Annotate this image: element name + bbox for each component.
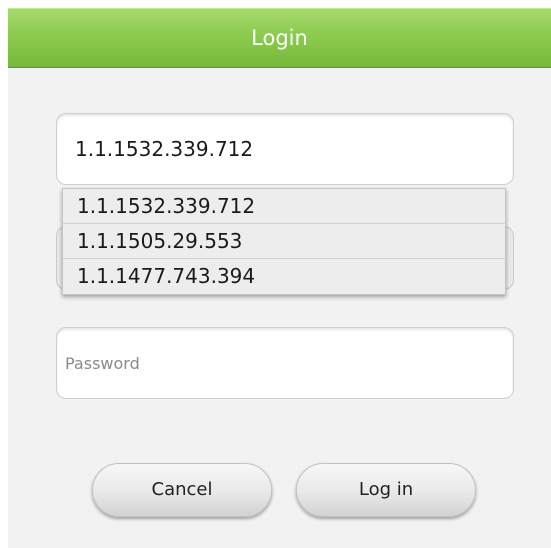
login-dialog: Login 1.1.1532.339.712 1.1.1532.339.712 … <box>0 0 551 548</box>
cancel-button[interactable]: Cancel <box>92 463 272 517</box>
dialog-title: Login <box>251 26 308 50</box>
suggestion-item[interactable]: 1.1.1477.743.394 <box>63 259 505 294</box>
title-bar: Login <box>8 8 551 68</box>
autocomplete-dropdown: 1.1.1532.339.712 1.1.1505.29.553 1.1.147… <box>62 188 506 295</box>
server-address-field[interactable]: 1.1.1532.339.712 <box>56 113 514 185</box>
suggestion-item[interactable]: 1.1.1505.29.553 <box>63 224 505 259</box>
password-placeholder: Password <box>65 353 140 373</box>
server-address-value: 1.1.1532.339.712 <box>75 137 254 161</box>
login-button[interactable]: Log in <box>296 463 476 517</box>
cancel-button-label: Cancel <box>151 479 213 500</box>
suggestion-item[interactable]: 1.1.1532.339.712 <box>63 189 505 224</box>
password-field[interactable]: Password <box>56 327 514 399</box>
login-button-label: Log in <box>358 479 414 500</box>
